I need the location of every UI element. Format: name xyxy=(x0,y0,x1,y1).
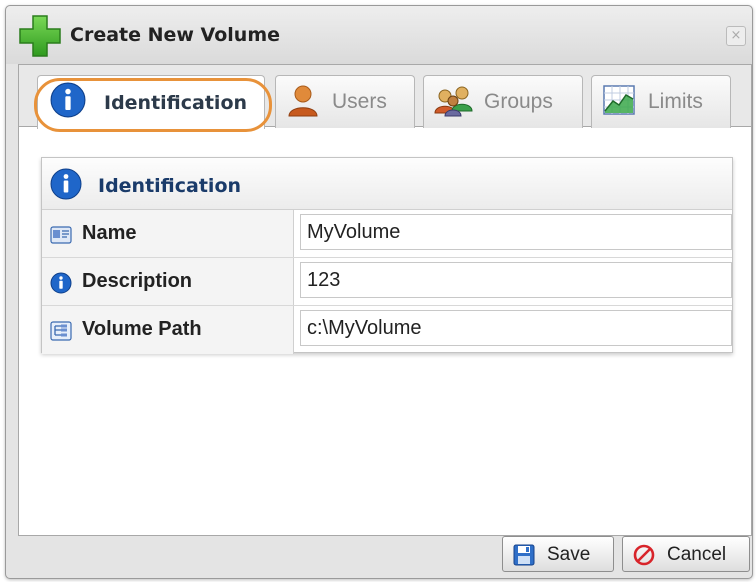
section-header: Identification xyxy=(42,158,732,210)
create-volume-dialog: Create New Volume × Identification Users xyxy=(5,5,753,579)
tab-strip: Identification Users Groups Limits xyxy=(19,65,751,129)
close-button[interactable]: × xyxy=(726,26,746,46)
green-plus-icon xyxy=(19,15,61,57)
description-label: Description xyxy=(82,270,193,292)
info-icon xyxy=(50,168,82,200)
description-input[interactable] xyxy=(300,262,732,298)
tab-limits-label: Limits xyxy=(648,90,703,113)
field-label-cell: Name xyxy=(42,210,294,257)
save-button[interactable]: Save xyxy=(502,536,614,572)
chart-icon xyxy=(603,85,635,115)
close-icon: × xyxy=(730,28,742,43)
group-icon xyxy=(434,86,473,117)
info-icon xyxy=(50,82,86,118)
info-icon xyxy=(50,272,72,294)
id-card-icon xyxy=(50,226,72,244)
identification-section: Identification Name MyVolume Description… xyxy=(41,157,733,354)
field-row-name: Name xyxy=(42,210,732,258)
dialog-body: Identification Users Groups Limits Ident… xyxy=(18,64,752,536)
name-label: Name xyxy=(82,222,137,244)
name-input[interactable] xyxy=(300,214,732,250)
tab-groups-label: Groups xyxy=(484,90,553,113)
tab-limits[interactable]: Limits xyxy=(591,75,731,128)
folder-path-icon xyxy=(50,321,72,341)
field-label-cell: Description xyxy=(42,258,294,305)
dialog-titlebar: Create New Volume × xyxy=(6,6,752,64)
tab-groups[interactable]: Groups xyxy=(423,75,583,128)
field-row-volume-path: Volume Path xyxy=(42,306,732,354)
dialog-footer: Save Cancel xyxy=(18,536,752,576)
section-title: Identification xyxy=(98,175,242,197)
field-label-cell: Volume Path xyxy=(42,306,294,354)
tab-users[interactable]: Users xyxy=(275,75,415,128)
save-button-label: Save xyxy=(547,544,591,565)
dialog-title: Create New Volume xyxy=(70,24,281,46)
field-row-description: Description xyxy=(42,258,732,306)
cancel-icon xyxy=(633,544,655,566)
cancel-button-label: Cancel xyxy=(667,544,727,565)
user-icon xyxy=(288,85,318,117)
tab-identification-label: Identification xyxy=(104,92,248,114)
floppy-disk-icon xyxy=(513,544,535,566)
volume-path-input[interactable] xyxy=(300,310,732,346)
volume-path-label: Volume Path xyxy=(82,318,202,340)
tab-users-label: Users xyxy=(332,90,387,113)
cancel-button[interactable]: Cancel xyxy=(622,536,750,572)
tab-identification[interactable]: Identification xyxy=(37,75,265,129)
